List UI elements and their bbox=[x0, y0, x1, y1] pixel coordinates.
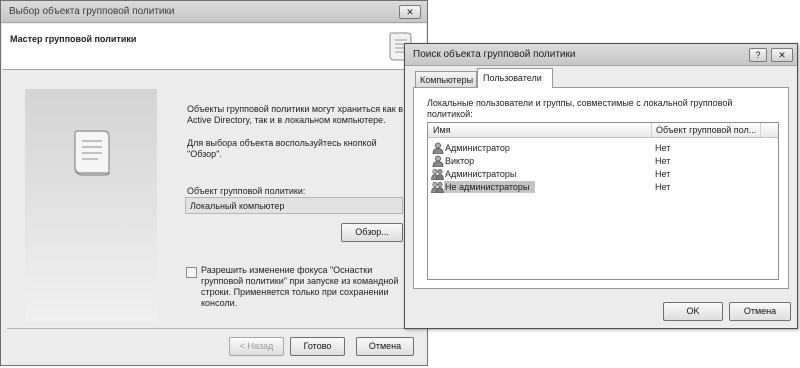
wizard-side-panel bbox=[25, 89, 157, 321]
wizard-titlebar[interactable]: Выбор объекта групповой политики ✕ bbox=[1, 1, 427, 23]
ok-button[interactable]: OK bbox=[663, 302, 723, 321]
wizard-footer-divider bbox=[7, 328, 421, 329]
close-icon: ✕ bbox=[406, 7, 414, 17]
table-row[interactable]: Администратор Нет bbox=[430, 142, 770, 155]
group-icon bbox=[431, 181, 444, 193]
column-name-label: Имя bbox=[433, 125, 451, 135]
row-name: Не администраторы bbox=[445, 182, 530, 192]
browse-close-button[interactable]: ✕ bbox=[771, 48, 793, 62]
column-gpo-label: Объект групповой пол... bbox=[656, 125, 757, 135]
finish-button[interactable]: Готово bbox=[290, 337, 345, 356]
close-icon: ✕ bbox=[778, 50, 786, 60]
tab-computers-label: Компьютеры bbox=[420, 75, 474, 85]
column-header-gpo[interactable]: Объект групповой пол... bbox=[653, 123, 761, 137]
row-name: Администраторы bbox=[445, 169, 517, 179]
help-icon: ? bbox=[755, 50, 761, 60]
user-icon bbox=[432, 155, 444, 167]
tab-users[interactable]: Пользователи bbox=[477, 68, 553, 88]
wizard-description-1: Объекты групповой политики могут хранить… bbox=[187, 104, 403, 125]
row-gpo: Нет bbox=[655, 182, 671, 192]
scroll-icon bbox=[74, 130, 110, 176]
row-gpo: Нет bbox=[655, 143, 671, 153]
wizard-header-title: Мастер групповой политики bbox=[10, 34, 137, 44]
tab-panel: Локальные пользователи и группы, совмест… bbox=[413, 87, 789, 289]
wizard-cancel-button[interactable]: Отмена bbox=[356, 337, 414, 356]
help-button[interactable]: ? bbox=[749, 48, 767, 62]
row-gpo: Нет bbox=[655, 169, 671, 179]
group-icon bbox=[431, 168, 444, 180]
browse-dialog: Поиск объекта групповой политики ? ✕ Ком… bbox=[404, 43, 798, 329]
gpo-field: Локальный компьютер bbox=[185, 197, 403, 214]
user-icon bbox=[432, 142, 444, 154]
wizard-header: Мастер групповой политики bbox=[2, 24, 426, 70]
row-gpo: Нет bbox=[655, 156, 671, 166]
browse-title: Поиск объекта групповой политики bbox=[413, 49, 576, 60]
table-row[interactable]: Не администраторы Нет bbox=[430, 181, 770, 194]
column-header-name[interactable]: Имя bbox=[428, 123, 652, 137]
focus-change-checkbox[interactable] bbox=[186, 267, 197, 278]
table-row[interactable]: Администраторы Нет bbox=[430, 168, 770, 181]
gpo-label: Объект групповой политики: bbox=[187, 186, 306, 196]
wizard-close-button[interactable]: ✕ bbox=[399, 5, 421, 19]
list-header: Имя Объект групповой пол... bbox=[428, 123, 778, 138]
row-name: Администратор bbox=[445, 143, 510, 153]
wizard-title: Выбор объекта групповой политики bbox=[9, 6, 175, 17]
wizard-description-2: Для выбора объекта воспользуйтесь кнопко… bbox=[187, 138, 377, 159]
users-description: Локальные пользователи и группы, совмест… bbox=[427, 98, 733, 119]
users-listview[interactable]: Имя Объект групповой пол... Администрато… bbox=[427, 122, 779, 280]
table-row[interactable]: Виктор Нет bbox=[430, 155, 770, 168]
gpo-value: Локальный компьютер bbox=[190, 201, 285, 211]
browse-cancel-button[interactable]: Отмена bbox=[729, 302, 791, 321]
focus-change-label: Разрешить изменение фокуса "Оснастки гру… bbox=[201, 265, 399, 308]
browse-titlebar[interactable]: Поиск объекта групповой политики ? ✕ bbox=[405, 44, 797, 66]
wizard-window: Выбор объекта групповой политики ✕ Масте… bbox=[0, 0, 428, 366]
tab-computers[interactable]: Компьютеры bbox=[415, 71, 477, 87]
browse-button[interactable]: Обзор... bbox=[341, 223, 403, 242]
back-button[interactable]: < Назад bbox=[229, 337, 284, 356]
row-name: Виктор bbox=[445, 156, 475, 166]
tab-users-label: Пользователи bbox=[483, 73, 542, 83]
